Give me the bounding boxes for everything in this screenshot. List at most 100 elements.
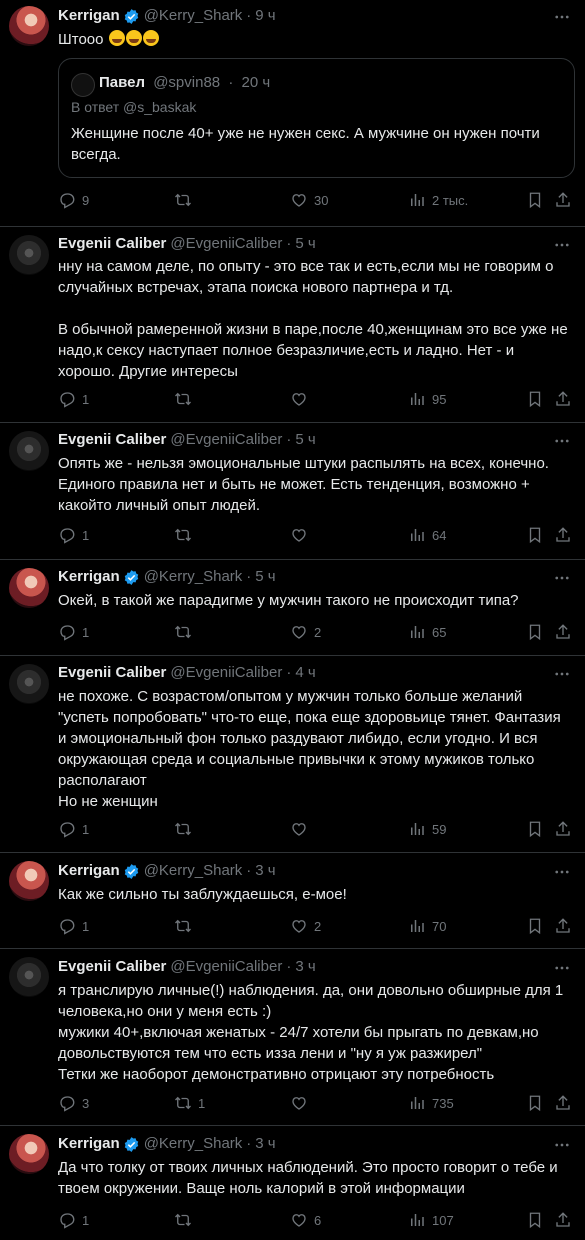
views-button[interactable]: 70 — [408, 916, 446, 936]
author-name[interactable]: Kerrigan — [58, 861, 120, 881]
tweet[interactable]: Evgenii Caliber @EvgeniiCaliber · 5 ч Оп… — [0, 422, 585, 560]
views-button[interactable]: 64 — [408, 525, 446, 545]
action-bar: 1 64 — [58, 525, 578, 545]
avatar[interactable] — [9, 1134, 49, 1174]
tweet[interactable]: Kerrigan @Kerry_Shark · 3 ч Да что толку… — [0, 1125, 585, 1240]
retweet-button[interactable]: 1 — [174, 1093, 205, 1113]
retweet-button[interactable] — [174, 916, 198, 936]
timestamp[interactable]: 5 ч — [255, 567, 275, 587]
retweet-button[interactable] — [174, 389, 198, 409]
author-name[interactable]: Kerrigan — [58, 567, 120, 587]
reply-button[interactable]: 1 — [58, 389, 89, 409]
avatar[interactable] — [9, 6, 49, 46]
views-button[interactable]: 2 тыс. — [408, 190, 468, 210]
tweet[interactable]: Kerrigan @Kerry_Shark · 5 ч Окей, в тако… — [0, 559, 585, 656]
avatar[interactable] — [9, 664, 49, 704]
share-button[interactable] — [554, 1210, 572, 1230]
views-button[interactable]: 59 — [408, 819, 446, 839]
share-button[interactable] — [554, 389, 572, 409]
author-handle[interactable]: @Kerry_Shark — [144, 861, 243, 881]
timestamp[interactable]: 5 ч — [295, 234, 315, 254]
views-button[interactable]: 65 — [408, 622, 446, 642]
retweet-button[interactable] — [174, 190, 198, 210]
reply-button[interactable]: 1 — [58, 622, 89, 642]
bookmark-button[interactable] — [526, 389, 544, 409]
reply-button[interactable]: 1 — [58, 1210, 89, 1230]
more-options-icon[interactable] — [553, 8, 571, 26]
tweet[interactable]: Kerrigan @Kerry_Shark · 3 ч Как же сильн… — [0, 852, 585, 949]
reply-button[interactable]: 1 — [58, 819, 89, 839]
author-handle[interactable]: @EvgeniiCaliber — [170, 234, 282, 254]
more-options-icon[interactable] — [553, 959, 571, 977]
like-button[interactable] — [290, 525, 314, 545]
avatar[interactable] — [9, 235, 49, 275]
more-options-icon[interactable] — [553, 236, 571, 254]
more-options-icon[interactable] — [553, 569, 571, 587]
avatar[interactable] — [9, 861, 49, 901]
tweet[interactable]: Evgenii Caliber @EvgeniiCaliber · 5 ч нн… — [0, 226, 585, 423]
timestamp[interactable]: 3 ч — [255, 1134, 275, 1154]
avatar[interactable] — [9, 431, 49, 471]
timestamp[interactable]: 3 ч — [255, 861, 275, 881]
retweet-button[interactable] — [174, 819, 198, 839]
avatar[interactable] — [9, 568, 49, 608]
author-handle[interactable]: @Kerry_Shark — [144, 6, 243, 26]
like-button[interactable]: 2 — [290, 622, 321, 642]
bookmark-button[interactable] — [526, 190, 544, 210]
more-options-icon[interactable] — [553, 665, 571, 683]
quoted-tweet[interactable]: Павел @spvin88 · 20 ч В ответ @s_baskak … — [58, 58, 575, 178]
author-name[interactable]: Evgenii Caliber — [58, 663, 166, 683]
author-name[interactable]: Evgenii Caliber — [58, 430, 166, 450]
share-button[interactable] — [554, 819, 572, 839]
like-button[interactable]: 6 — [290, 1210, 321, 1230]
bookmark-button[interactable] — [526, 622, 544, 642]
reply-button[interactable]: 1 — [58, 916, 89, 936]
like-button[interactable] — [290, 819, 314, 839]
share-button[interactable] — [554, 622, 572, 642]
reply-button[interactable]: 3 — [58, 1093, 89, 1113]
bookmark-button[interactable] — [526, 1093, 544, 1113]
share-button[interactable] — [554, 525, 572, 545]
timestamp[interactable]: 4 ч — [295, 663, 315, 683]
tweet[interactable]: Kerrigan @Kerry_Shark · 9 ч Штооо Павел … — [0, 0, 585, 226]
like-button[interactable]: 30 — [290, 190, 328, 210]
more-options-icon[interactable] — [553, 1136, 571, 1154]
author-name[interactable]: Kerrigan — [58, 6, 120, 26]
share-button[interactable] — [554, 1093, 572, 1113]
like-button[interactable] — [290, 389, 314, 409]
author-name[interactable]: Kerrigan — [58, 1134, 120, 1154]
author-handle[interactable]: @EvgeniiCaliber — [170, 663, 282, 683]
share-button[interactable] — [554, 190, 572, 210]
bookmark-button[interactable] — [526, 525, 544, 545]
author-name[interactable]: Evgenii Caliber — [58, 957, 166, 977]
author-handle[interactable]: @EvgeniiCaliber — [170, 957, 282, 977]
like-button[interactable] — [290, 1093, 314, 1113]
avatar[interactable] — [9, 957, 49, 997]
views-button[interactable]: 735 — [408, 1093, 454, 1113]
more-options-icon[interactable] — [553, 863, 571, 881]
retweet-button[interactable] — [174, 622, 198, 642]
action-bar: 3 1 735 — [58, 1093, 578, 1113]
bookmark-button[interactable] — [526, 916, 544, 936]
timestamp[interactable]: 9 ч — [255, 6, 275, 26]
more-options-icon[interactable] — [553, 432, 571, 450]
bookmark-button[interactable] — [526, 819, 544, 839]
views-button[interactable]: 95 — [408, 389, 446, 409]
views-button[interactable]: 107 — [408, 1210, 454, 1230]
retweet-button[interactable] — [174, 525, 198, 545]
author-handle[interactable]: @Kerry_Shark — [144, 567, 243, 587]
timestamp[interactable]: 5 ч — [295, 430, 315, 450]
bookmark-button[interactable] — [526, 1210, 544, 1230]
tweet[interactable]: Evgenii Caliber @EvgeniiCaliber · 4 ч не… — [0, 655, 585, 853]
author-handle[interactable]: @Kerry_Shark — [144, 1134, 243, 1154]
tweet[interactable]: Evgenii Caliber @EvgeniiCaliber · 3 ч я … — [0, 948, 585, 1126]
like-button[interactable]: 2 — [290, 916, 321, 936]
reply-icon — [58, 526, 76, 544]
author-handle[interactable]: @EvgeniiCaliber — [170, 430, 282, 450]
retweet-button[interactable] — [174, 1210, 198, 1230]
author-name[interactable]: Evgenii Caliber — [58, 234, 166, 254]
reply-button[interactable]: 9 — [58, 190, 89, 210]
reply-button[interactable]: 1 — [58, 525, 89, 545]
share-button[interactable] — [554, 916, 572, 936]
timestamp[interactable]: 3 ч — [295, 957, 315, 977]
